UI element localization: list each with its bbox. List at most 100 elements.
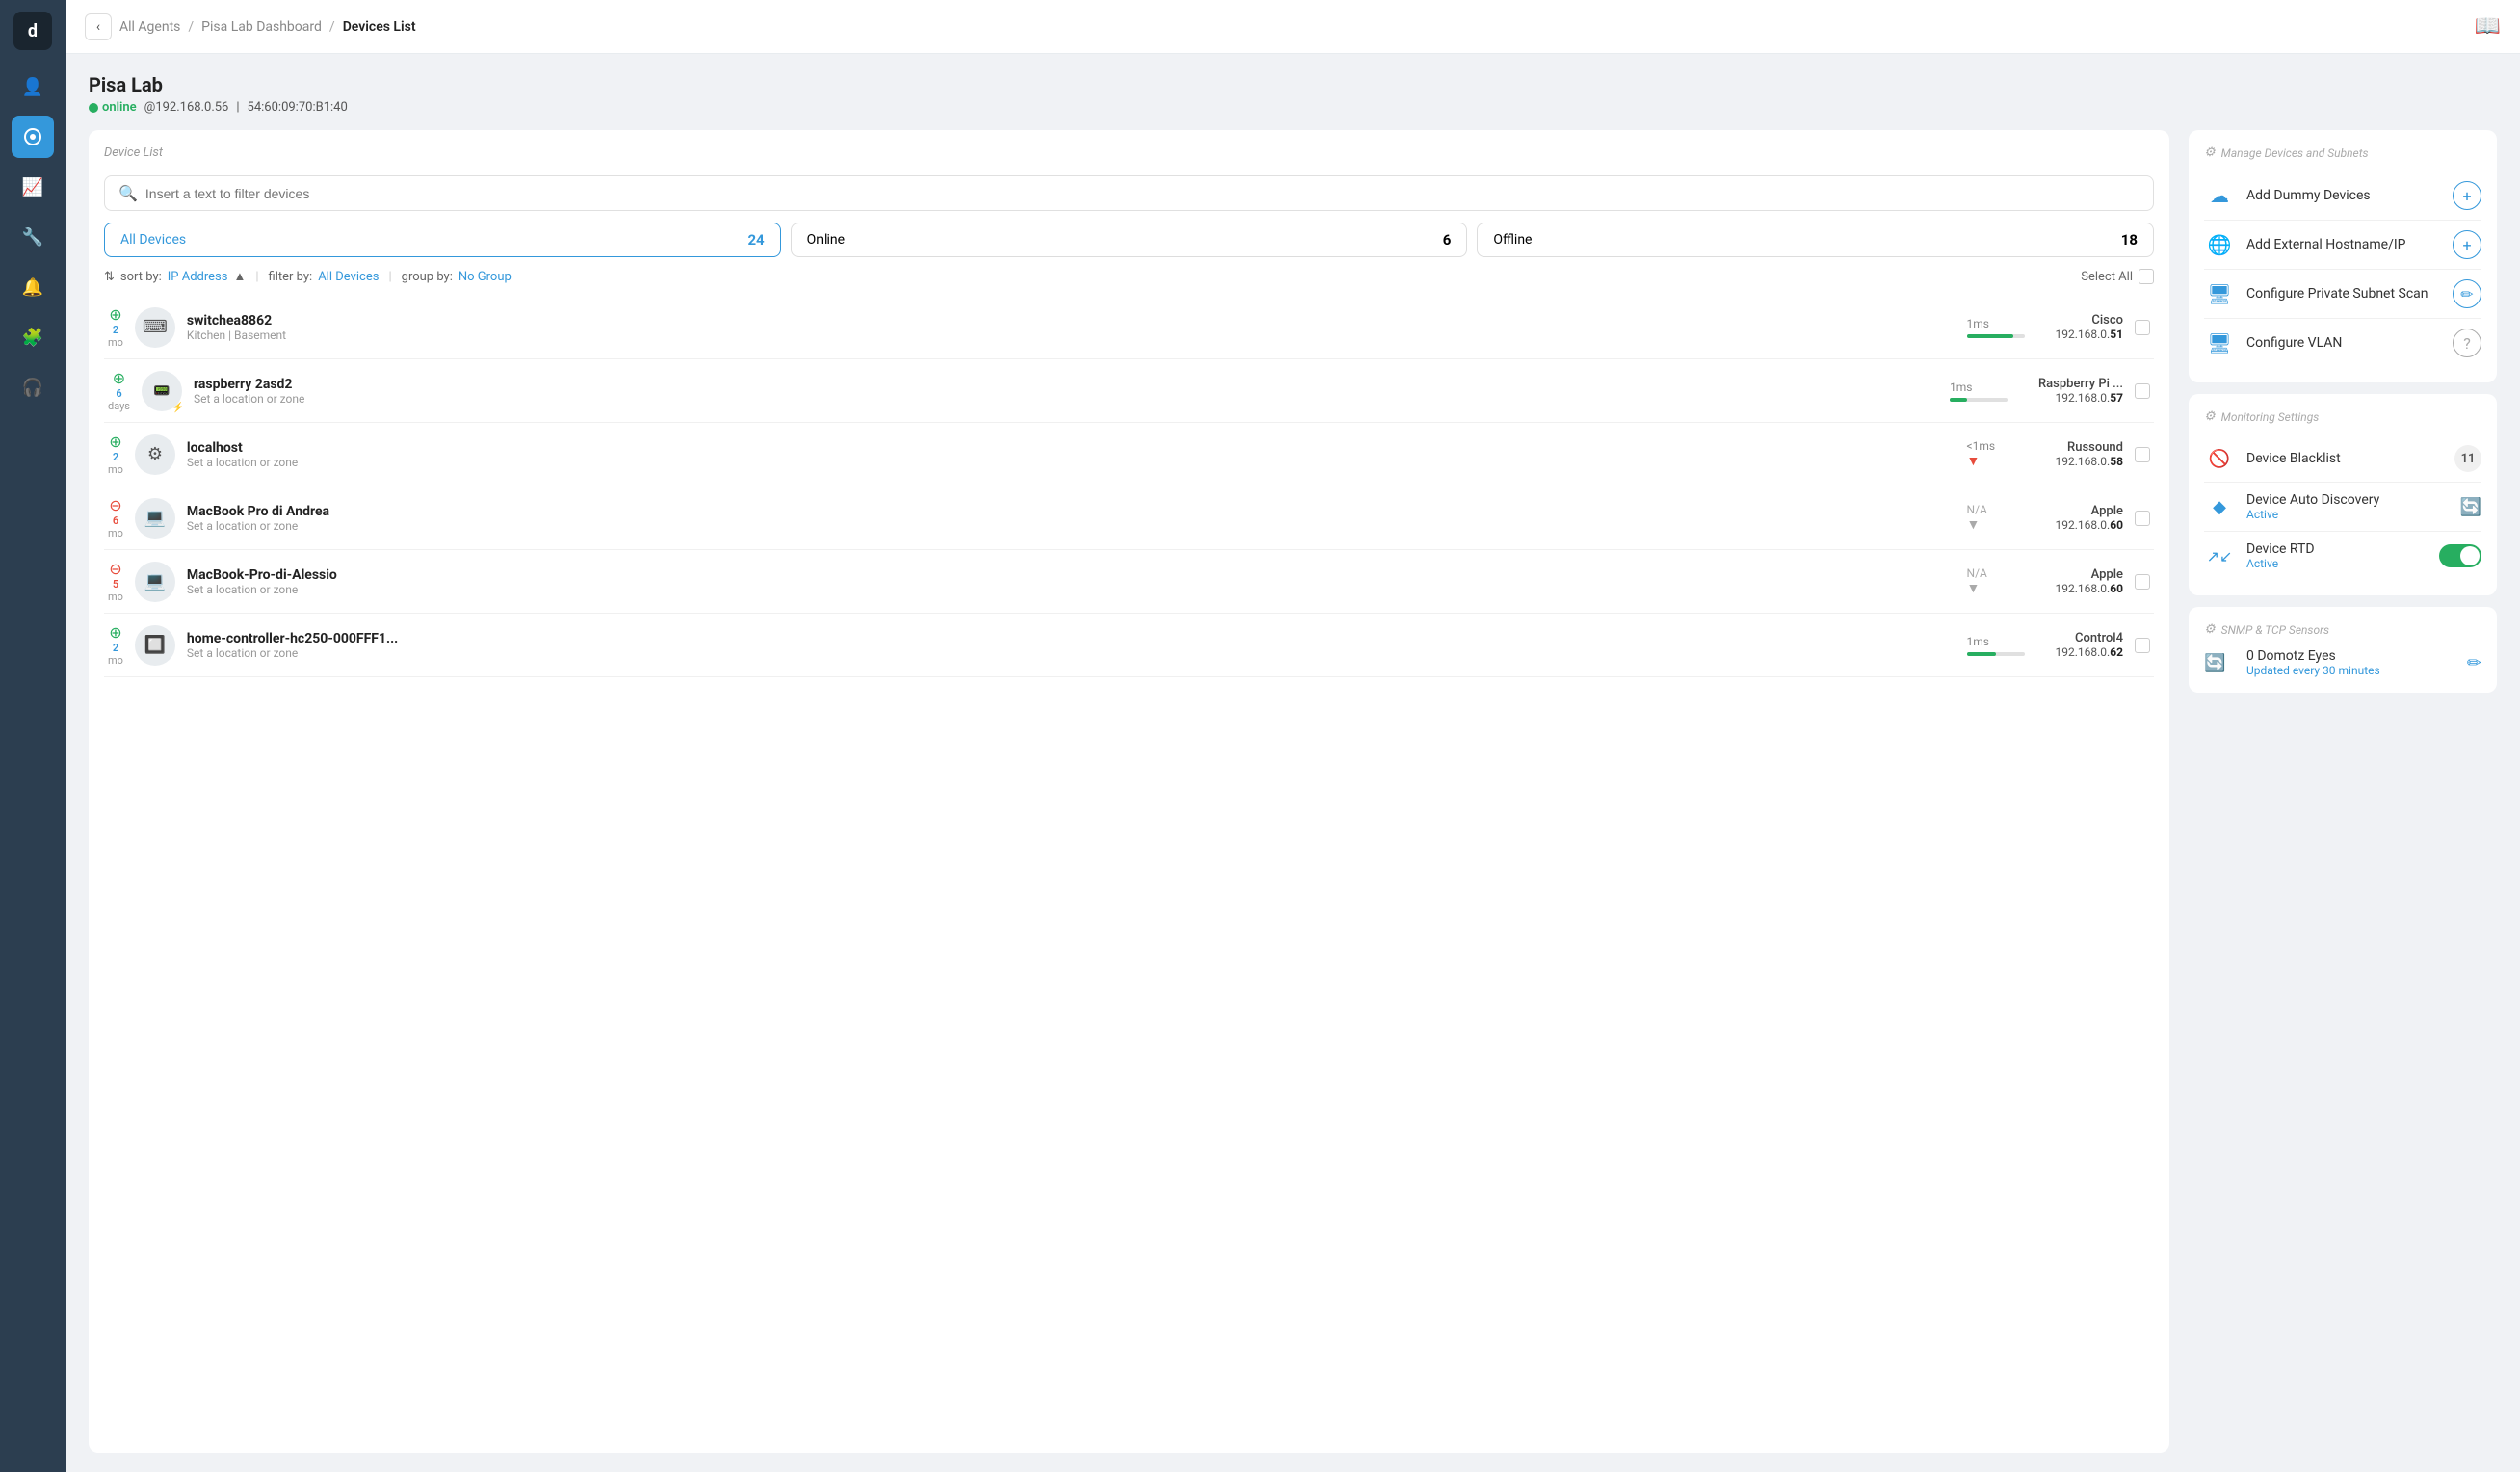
configure-subnet-label: Configure Private Subnet Scan [2246, 286, 2441, 302]
device-name[interactable]: MacBook-Pro-di-Alessio [187, 567, 1956, 583]
right-panel: ⚙ Manage Devices and Subnets ☁ Add Dummy… [2189, 130, 2497, 1453]
age-unit: mo [108, 336, 123, 349]
domotz-sub: Updated every 30 minutes [2246, 664, 2455, 677]
refresh-icon[interactable]: 🔄 [2460, 497, 2481, 517]
ping-value: 1ms [1950, 381, 1972, 394]
ping-value: <1ms [1967, 439, 1996, 453]
blacklist-label: Device Blacklist [2246, 451, 2443, 466]
device-meta: Apple 192.168.0.60 [2056, 504, 2123, 532]
device-meta: Control4 192.168.0.62 [2056, 631, 2123, 659]
tab-all-devices[interactable]: All Devices 24 [104, 223, 781, 257]
sidebar-item-support[interactable]: 🎧 [12, 366, 54, 408]
age-value: 2 [113, 451, 118, 463]
configure-vlan-button[interactable]: ? [2453, 329, 2481, 357]
configure-vlan-label: Configure VLAN [2246, 335, 2441, 351]
device-vendor: Apple [2056, 504, 2123, 518]
filter-tabs: All Devices 24 Online 6 Offline 18 [104, 223, 2154, 257]
monitoring-section: ⚙ Monitoring Settings 🚫 Device Blacklist… [2189, 394, 2497, 595]
sidebar-item-dashboard[interactable] [12, 116, 54, 158]
search-box[interactable]: 🔍 [104, 175, 2154, 211]
device-icon: ⚙ [135, 434, 175, 475]
sort-by-value[interactable]: IP Address [168, 270, 228, 284]
sidebar-item-tools[interactable]: 🔧 [12, 216, 54, 258]
configure-subnet-button[interactable]: ✏ [2453, 279, 2481, 308]
ping-value: N/A [1967, 503, 1987, 516]
group-by-value[interactable]: No Group [459, 270, 512, 284]
snmp-label: SNMP & TCP Sensors [2221, 623, 2329, 637]
device-name[interactable]: switchea8862 [187, 313, 1956, 329]
device-icon: 🔲 [135, 625, 175, 666]
device-icon: 💻 [135, 562, 175, 602]
device-name[interactable]: MacBook Pro di Andrea [187, 504, 1956, 519]
tab-online[interactable]: Online 6 [791, 223, 1468, 257]
blacklist-main[interactable]: Device Blacklist [2246, 451, 2443, 466]
age-unit: mo [108, 527, 123, 539]
blacklist-row: 🚫 Device Blacklist 11 [2204, 435, 2481, 483]
device-name[interactable]: raspberry 2asd2 [194, 377, 1938, 392]
age-unit: mo [108, 463, 123, 476]
device-vendor: Raspberry Pi ... [2038, 377, 2123, 391]
status-dot [89, 103, 98, 113]
device-vendor: Apple [2056, 567, 2123, 582]
rtd-toggle[interactable] [2439, 544, 2481, 567]
device-meta: Apple 192.168.0.60 [2056, 567, 2123, 595]
breadcrumb-pisa-lab[interactable]: Pisa Lab Dashboard [201, 19, 322, 35]
device-age: ⊕ 2 mo [108, 305, 123, 349]
domotz-edit-icon[interactable]: ✏ [2467, 653, 2481, 673]
device-age: ⊕ 2 mo [108, 623, 123, 667]
device-checkbox[interactable] [2135, 574, 2150, 590]
tab-all-label: All Devices [120, 232, 186, 248]
device-checkbox[interactable] [2135, 638, 2150, 653]
device-location: Set a location or zone [187, 456, 1956, 469]
domotz-main[interactable]: 0 Domotz Eyes [2246, 648, 2455, 664]
tab-online-count: 6 [1443, 231, 1452, 249]
tab-offline[interactable]: Offline 18 [1477, 223, 2154, 257]
manage-section: ⚙ Manage Devices and Subnets ☁ Add Dummy… [2189, 130, 2497, 382]
monitoring-heading: ⚙ Monitoring Settings [2204, 409, 2481, 424]
device-meta: Raspberry Pi ... 192.168.0.57 [2038, 377, 2123, 405]
rtd-main[interactable]: Device RTD [2246, 541, 2428, 557]
device-checkbox[interactable] [2135, 511, 2150, 526]
breadcrumb-all-agents[interactable]: All Agents [119, 19, 180, 35]
search-input[interactable] [145, 186, 2139, 201]
help-icon[interactable]: 📖 [2475, 14, 2501, 39]
select-all-checkbox[interactable] [2139, 269, 2154, 284]
vlan-icon: 🖥 [2204, 331, 2235, 355]
tab-online-label: Online [807, 232, 845, 248]
device-ping: N/A ▼ [1967, 566, 2044, 596]
age-value: 2 [113, 642, 118, 654]
add-dummy-button[interactable]: + [2453, 181, 2481, 210]
add-hostname-button[interactable]: + [2453, 230, 2481, 259]
list-item: ⊕ 2 mo ⚙ localhost Set a location or zon… [104, 423, 2154, 486]
domotz-icon: 🔄 [2204, 653, 2235, 673]
sidebar-item-alerts[interactable]: 🔔 [12, 266, 54, 308]
device-name[interactable]: localhost [187, 440, 1956, 456]
ping-value: 1ms [1967, 317, 1989, 330]
device-name[interactable]: home-controller-hc250-000FFF1... [187, 631, 1956, 646]
sidebar-item-plugins[interactable]: 🧩 [12, 316, 54, 358]
search-icon: 🔍 [118, 184, 138, 202]
device-info: MacBook Pro di Andrea Set a location or … [187, 504, 1956, 533]
device-checkbox[interactable] [2135, 383, 2150, 399]
list-item: ⊖ 6 mo 💻 MacBook Pro di Andrea Set a loc… [104, 486, 2154, 550]
device-checkbox[interactable] [2135, 447, 2150, 462]
sidebar-item-analytics[interactable]: 📈 [12, 166, 54, 208]
list-item: ⊖ 5 mo 💻 MacBook-Pro-di-Alessio Set a lo… [104, 550, 2154, 614]
status-row: online @192.168.0.56 | 54:60:09:70:B1:40 [89, 100, 2497, 115]
device-location: Set a location or zone [194, 392, 1938, 406]
device-ping: <1ms ▼ [1967, 439, 2044, 469]
topnav: ‹ All Agents / Pisa Lab Dashboard / Devi… [66, 0, 2520, 54]
sidebar-item-agents[interactable]: 👤 [12, 66, 54, 108]
device-checkbox[interactable] [2135, 320, 2150, 335]
back-button[interactable]: ‹ [85, 13, 112, 40]
filter-by-value[interactable]: All Devices [318, 270, 379, 284]
discovery-main[interactable]: Device Auto Discovery [2246, 492, 2449, 508]
device-location: Kitchen | Basement [187, 329, 1956, 342]
device-ip: 192.168.0.60 [2056, 518, 2123, 532]
page-content: Pisa Lab online @192.168.0.56 | 54:60:09… [66, 54, 2520, 1472]
device-vendor: Russound [2056, 440, 2123, 455]
device-info: raspberry 2asd2 Set a location or zone [194, 377, 1938, 406]
discovery-sub: Active [2246, 508, 2449, 521]
device-info: localhost Set a location or zone [187, 440, 1956, 469]
ping-na-arrow: ▼ [1967, 580, 1981, 596]
